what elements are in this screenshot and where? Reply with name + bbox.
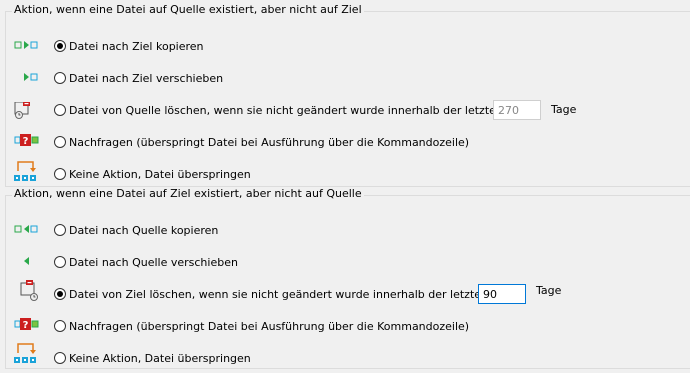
radio-button[interactable] [54,72,66,84]
move-to-target-radio[interactable]: Datei nach Ziel verschieben [54,70,223,86]
delete-target-radio[interactable]: Datei von Ziel löschen, wenn sie nicht g… [54,286,488,302]
delete-target-icon [14,278,38,302]
ask-icon: ? [14,134,39,150]
skip-radio[interactable]: Keine Aktion, Datei überspringen [54,166,251,182]
source-missing-group: Aktion, wenn eine Datei auf Ziel existie… [5,187,690,369]
ask-radio[interactable]: Nachfragen (überspringt Datei bei Ausfüh… [54,134,469,150]
delete-source-icon [14,102,38,119]
days-input-source[interactable] [493,100,541,120]
target-missing-group: Aktion, wenn eine Datei auf Quelle exist… [5,3,690,187]
copy-to-target-radio[interactable]: Datei nach Ziel kopieren [54,38,204,54]
radio-button[interactable] [54,352,66,364]
copy-to-source-radio[interactable]: Datei nach Quelle kopieren [54,222,218,238]
days-input-target[interactable] [478,284,526,304]
move-to-source-radio[interactable]: Datei nach Quelle verschieben [54,254,238,270]
radio-button[interactable] [54,256,66,268]
delete-source-radio[interactable]: Datei von Quelle löschen, wenn sie nicht… [54,102,503,118]
radio-button-checked[interactable] [54,288,66,300]
copy-to-source-icon [14,222,38,238]
svg-text:?: ? [23,320,29,331]
svg-text:?: ? [23,136,29,147]
radio-button[interactable] [54,320,66,332]
radio-button[interactable] [54,168,66,180]
skip-icon [14,342,38,364]
radio-button[interactable] [54,104,66,116]
group-title: Aktion, wenn eine Datei auf Quelle exist… [12,3,364,16]
radio-button-checked[interactable] [54,40,66,52]
skip-icon [14,160,38,182]
copy-to-target-icon [14,38,38,54]
days-unit-label: Tage [551,103,577,116]
radio-button[interactable] [54,224,66,236]
radio-button[interactable] [54,136,66,148]
ask-icon: ? [14,318,39,334]
ask-radio[interactable]: Nachfragen (überspringt Datei bei Ausfüh… [54,318,469,334]
skip-radio[interactable]: Keine Aktion, Datei überspringen [54,350,251,366]
move-to-target-icon [14,70,38,86]
group-title: Aktion, wenn eine Datei auf Ziel existie… [12,187,364,200]
days-unit-label: Tage [536,284,562,297]
move-to-source-icon [14,254,38,270]
